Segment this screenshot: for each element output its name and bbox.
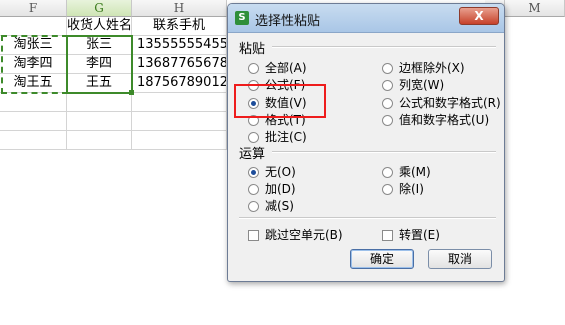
cell-h-4[interactable]: [132, 93, 227, 112]
radio-except-borders[interactable]: [382, 63, 393, 74]
operation-option-multiply[interactable]: 乘(M): [382, 163, 431, 180]
cell-h-1[interactable]: 13555555455: [132, 36, 227, 55]
cell-f-5[interactable]: [0, 112, 67, 131]
operation-section-label: 运算: [239, 147, 266, 162]
radio-divide[interactable]: [382, 184, 393, 195]
paste-option-comments-label: 批注(C): [265, 130, 307, 144]
app-logo-icon: S: [235, 11, 249, 25]
operation-option-divide-label: 除(I): [399, 182, 424, 196]
fill-handle[interactable]: [129, 90, 134, 95]
column-header-h[interactable]: H: [132, 0, 227, 17]
paste-section-label: 粘贴: [239, 42, 266, 57]
cell-f-6[interactable]: [0, 131, 67, 150]
column-header-m[interactable]: M: [505, 0, 565, 17]
options-divider: [239, 217, 496, 219]
radio-subtract[interactable]: [248, 201, 259, 212]
operation-option-multiply-label: 乘(M): [399, 165, 431, 179]
transpose-label: 转置(E): [399, 228, 440, 242]
radio-none[interactable]: [248, 167, 259, 178]
operation-option-none[interactable]: 无(O): [248, 163, 296, 180]
cell-g-4[interactable]: [67, 93, 132, 112]
column-header-g[interactable]: G: [67, 0, 132, 17]
paste-special-dialog: S 选择性粘贴 X 粘贴 全部(A) 公式(F) 数值(V) 格式(T) 批注(…: [227, 3, 505, 282]
operation-option-add[interactable]: 加(D): [248, 180, 296, 197]
dialog-title: 选择性粘贴: [255, 14, 321, 29]
cancel-button[interactable]: 取消: [428, 249, 492, 269]
cell-h-5[interactable]: [132, 112, 227, 131]
operation-option-subtract[interactable]: 减(S): [248, 197, 294, 214]
cell-f-header[interactable]: [0, 17, 67, 36]
selection-range: [66, 35, 133, 94]
paste-option-all[interactable]: 全部(A): [248, 59, 307, 76]
cell-h-2[interactable]: 13687765678: [132, 55, 227, 74]
cell-g-header[interactable]: 收货人姓名: [67, 17, 132, 36]
cell-h-header[interactable]: 联系手机: [132, 17, 227, 36]
operation-section-divider: [272, 151, 496, 153]
transpose-option[interactable]: 转置(E): [382, 226, 440, 243]
cell-f-4[interactable]: [0, 93, 67, 112]
skip-blanks-label: 跳过空单元(B): [265, 228, 343, 242]
cell-g-6[interactable]: [67, 131, 132, 150]
copy-marquee: [1, 35, 68, 94]
cell-g-5[interactable]: [67, 112, 132, 131]
radio-all[interactable]: [248, 63, 259, 74]
operation-option-subtract-label: 减(S): [265, 199, 294, 213]
operation-option-add-label: 加(D): [265, 182, 296, 196]
radio-add[interactable]: [248, 184, 259, 195]
ok-button[interactable]: 确定: [350, 249, 414, 269]
radio-multiply[interactable]: [382, 167, 393, 178]
cell-h-3[interactable]: 18756789012: [132, 74, 227, 93]
paste-option-column-widths-label: 列宽(W): [399, 78, 445, 92]
radio-column-widths[interactable]: [382, 80, 393, 91]
operation-option-divide[interactable]: 除(I): [382, 180, 424, 197]
transpose-checkbox[interactable]: [382, 230, 393, 241]
paste-option-except-borders[interactable]: 边框除外(X): [382, 59, 465, 76]
radio-values-numbers[interactable]: [382, 115, 393, 126]
radio-formulas-numbers[interactable]: [382, 98, 393, 109]
paste-section-divider: [272, 46, 496, 48]
operation-option-none-label: 无(O): [265, 165, 296, 179]
paste-option-values-numbers[interactable]: 值和数字格式(U): [382, 111, 489, 128]
skip-blanks-checkbox[interactable]: [248, 230, 259, 241]
paste-option-values-numbers-label: 值和数字格式(U): [399, 113, 490, 127]
paste-option-formulas-numbers[interactable]: 公式和数字格式(R): [382, 94, 501, 111]
paste-option-all-label: 全部(A): [265, 61, 307, 75]
close-button[interactable]: X: [459, 7, 499, 25]
dialog-titlebar[interactable]: S 选择性粘贴 X: [228, 4, 504, 33]
paste-option-except-borders-label: 边框除外(X): [399, 61, 465, 75]
paste-option-column-widths[interactable]: 列宽(W): [382, 76, 444, 93]
cell-h-6[interactable]: [132, 131, 227, 150]
highlight-box: [234, 84, 326, 118]
column-header-f[interactable]: F: [0, 0, 67, 17]
skip-blanks-option[interactable]: 跳过空单元(B): [248, 226, 343, 243]
radio-comments[interactable]: [248, 132, 259, 143]
paste-option-formulas-numbers-label: 公式和数字格式(R): [399, 96, 501, 110]
